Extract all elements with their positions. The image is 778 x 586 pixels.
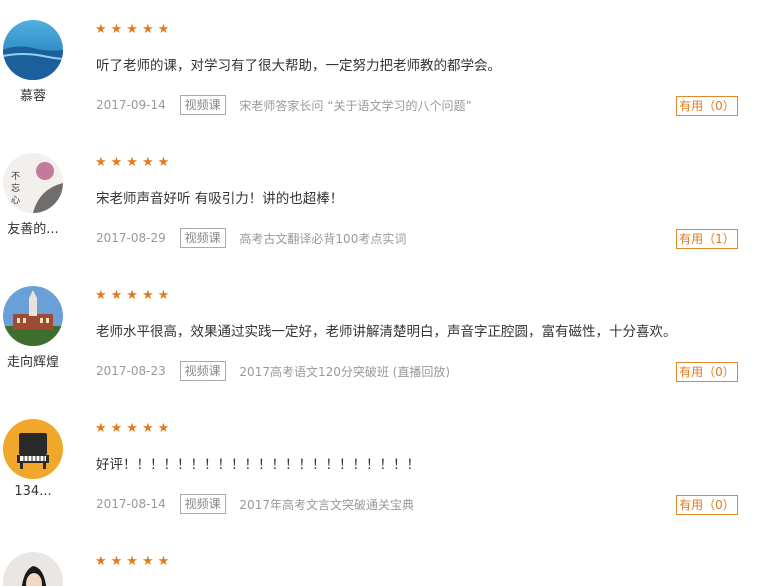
course-type-tag: 视频课 <box>179 494 226 514</box>
review-meta: 2017-08-23 视频课 2017高考语文120分突破班 (直播回放) <box>96 361 450 381</box>
course-link[interactable]: 2017年高考文言文突破通关宝典 <box>239 496 414 513</box>
review-comment: 听了老师的课，对学习有了很大帮助，一定努力把老师教的都学会。 <box>96 58 501 74</box>
review-comment: 宋老师声音好听 有吸引力！讲的也超棒！ <box>96 191 344 207</box>
review-date: 2017-08-29 <box>96 231 166 245</box>
avatar[interactable] <box>3 419 63 479</box>
review-item: 走向辉煌 ★★★★★ 老师水平很高，效果通过实践一定好，老师讲解清楚明白，声音字… <box>0 266 778 399</box>
username[interactable]: 友善的... <box>0 218 66 237</box>
useful-button[interactable]: 有用（0） <box>676 362 738 382</box>
avatar[interactable]: 不 忘 心 <box>3 153 63 213</box>
svg-text:忘: 忘 <box>11 182 20 194</box>
review-meta: 2017-09-14 视频课 宋老师答家长问 “关于语文学习的八个问题” <box>96 95 472 115</box>
useful-button[interactable]: 有用（0） <box>676 495 738 515</box>
username[interactable]: 走向辉煌 <box>0 351 66 370</box>
course-link[interactable]: 高考古文翻译必背100考点实词 <box>239 230 406 247</box>
review-date: 2017-08-14 <box>96 497 166 511</box>
course-link[interactable]: 宋老师答家长问 “关于语文学习的八个问题” <box>239 97 471 114</box>
username[interactable]: 134... <box>0 484 66 499</box>
svg-text:心: 心 <box>11 195 20 206</box>
avatar[interactable] <box>3 552 63 586</box>
course-type-tag: 视频课 <box>179 95 226 115</box>
course-type-tag: 视频课 <box>179 228 226 248</box>
useful-button[interactable]: 有用（0） <box>676 96 738 116</box>
review-date: 2017-09-14 <box>96 98 166 112</box>
svg-text:不: 不 <box>11 171 20 182</box>
review-comment: 好评！！！！！！！！！！！！！！！！！！！！！！ <box>96 457 420 473</box>
avatar[interactable] <box>3 20 63 80</box>
review-item: 134... ★★★★★ 好评！！！！！！！！！！！！！！！！！！！！！！ 20… <box>0 399 778 532</box>
rating-stars: ★★★★★ <box>95 554 174 569</box>
avatar[interactable] <box>3 286 63 346</box>
review-comment: 老师水平很高，效果通过实践一定好，老师讲解清楚明白，声音字正腔圆，富有磁性，十分… <box>96 324 677 340</box>
course-type-tag: 视频课 <box>179 361 226 381</box>
username[interactable]: 慕蓉 <box>0 85 66 104</box>
rating-stars: ★★★★★ <box>95 288 174 303</box>
rating-stars: ★★★★★ <box>95 421 174 436</box>
useful-button[interactable]: 有用（1） <box>676 229 738 249</box>
review-meta: 2017-08-14 视频课 2017年高考文言文突破通关宝典 <box>96 494 414 514</box>
rating-stars: ★★★★★ <box>95 155 174 170</box>
review-item: 不 忘 心 友善的... ★★★★★ 宋老师声音好听 有吸引力！讲的也超棒！ 2… <box>0 133 778 266</box>
review-item: 慕蓉 ★★★★★ 听了老师的课，对学习有了很大帮助，一定努力把老师教的都学会。 … <box>0 0 778 133</box>
course-link[interactable]: 2017高考语文120分突破班 (直播回放) <box>239 363 450 380</box>
review-meta: 2017-08-29 视频课 高考古文翻译必背100考点实词 <box>96 228 406 248</box>
review-item: ★★★★★ <box>0 532 778 586</box>
rating-stars: ★★★★★ <box>95 22 174 37</box>
review-date: 2017-08-23 <box>96 364 166 378</box>
